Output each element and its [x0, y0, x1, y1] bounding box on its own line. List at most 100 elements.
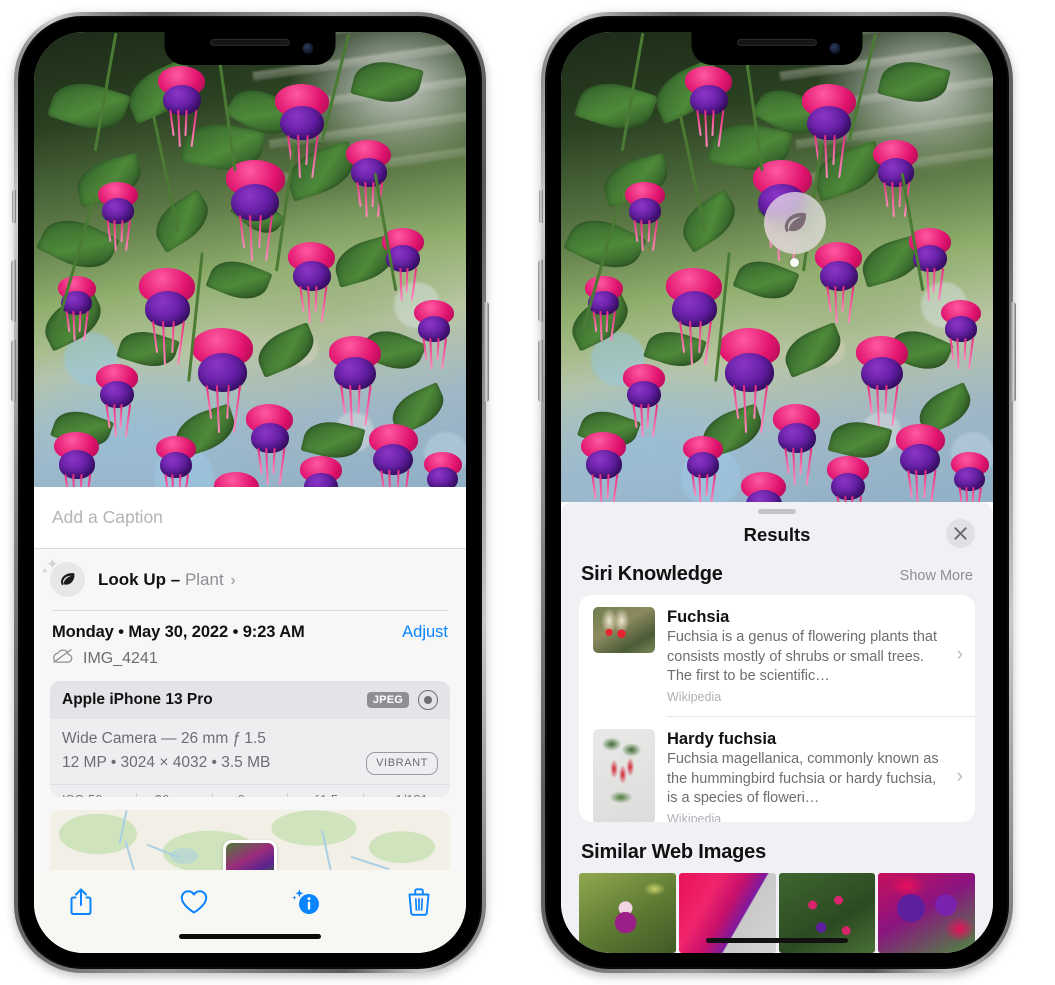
stamen: [349, 384, 354, 426]
look-up-category: Plant: [184, 569, 224, 589]
power-button[interactable]: [484, 302, 489, 402]
similar-web-images-title: Similar Web Images: [581, 841, 766, 863]
stamen: [79, 473, 83, 487]
volume-down-button[interactable]: [538, 340, 543, 402]
info-button[interactable]: [289, 885, 323, 919]
photo-toolbar: [34, 870, 466, 922]
power-button[interactable]: [1011, 302, 1016, 402]
exif-focal: 26 mm: [137, 792, 211, 796]
look-up-title: Look Up: [98, 569, 166, 589]
close-icon: [954, 527, 967, 540]
list-item[interactable]: Hardy fuchsia Fuchsia magellanica, commo…: [579, 717, 975, 822]
stamen: [823, 134, 828, 178]
visual-lookup-anchor-dot: [790, 258, 799, 267]
size-info-row: 12 MP • 3024 × 4032 • 3.5 MB VIBRANT: [62, 751, 438, 775]
stamen: [956, 337, 961, 369]
stamen: [307, 286, 311, 324]
stamen: [784, 448, 790, 475]
fuchsia-flower: [152, 435, 200, 487]
home-indicator-area: [34, 921, 466, 953]
siri-knowledge-title: Siri Knowledge: [581, 562, 723, 585]
stamen: [371, 181, 375, 208]
home-indicator[interactable]: [706, 938, 848, 943]
fuchsia-flower: [823, 455, 873, 502]
location-map[interactable]: [50, 809, 450, 871]
mute-switch[interactable]: [12, 190, 16, 223]
stamen: [679, 320, 686, 353]
list-item[interactable]: Fuchsia Fuchsia is a genus of flowering …: [579, 595, 975, 716]
fuchsia-flower: [737, 471, 790, 502]
stamen: [805, 448, 813, 486]
home-indicator[interactable]: [179, 933, 321, 939]
fuchsia-flower: [296, 455, 346, 487]
stamen: [792, 448, 796, 486]
filename-label: IMG_4241: [83, 649, 158, 667]
stamen: [177, 110, 181, 148]
fuchsia-flower: [577, 431, 630, 502]
photo-viewer-right[interactable]: [561, 32, 993, 502]
caption-input[interactable]: Add a Caption: [34, 487, 466, 549]
look-up-label: Look Up – Plant ›: [98, 570, 236, 590]
stamen: [937, 267, 944, 301]
front-camera-icon: [302, 43, 314, 54]
stamen: [124, 219, 131, 251]
hardy-fuchsia-thumbnail: [593, 728, 655, 822]
stamen: [923, 470, 927, 499]
raw-ring-icon[interactable]: [418, 690, 438, 711]
metadata-header-right: JPEG: [366, 690, 438, 711]
stamen: [832, 134, 836, 166]
web-image-tile[interactable]: [878, 873, 975, 953]
stamen: [826, 286, 832, 313]
share-button[interactable]: [64, 885, 98, 919]
chevron-right-icon: ›: [956, 766, 963, 788]
stamen: [704, 321, 713, 366]
stamen: [906, 470, 913, 499]
right-phone: Results Siri Knowledge Show More Fuchsia…: [538, 12, 1016, 973]
front-camera-icon: [829, 43, 841, 54]
stamen: [891, 181, 895, 218]
delete-button[interactable]: [402, 885, 436, 919]
stamen: [651, 403, 658, 437]
fuchsia-flower: [94, 181, 142, 276]
stamen: [305, 134, 309, 166]
stamen: [249, 215, 254, 262]
web-image-tile[interactable]: [579, 873, 676, 953]
leaf-shape: [47, 73, 131, 139]
stamen: [929, 470, 937, 502]
list-item-body: Hardy fuchsia Fuchsia magellanica, commo…: [667, 729, 943, 822]
volume-down-button[interactable]: [11, 340, 16, 402]
fuchsia-flower: [364, 423, 423, 487]
fuchsia-flower: [947, 451, 992, 502]
stamen: [311, 134, 320, 178]
camera-metadata-card: Apple iPhone 13 Pro JPEG Wide Camera — 2…: [50, 681, 450, 797]
phone-notch: [164, 32, 336, 65]
volume-up-button[interactable]: [11, 260, 16, 322]
visual-lookup-badge[interactable]: [764, 192, 826, 254]
metadata-header: Apple iPhone 13 Pro JPEG: [50, 681, 450, 720]
stamen: [340, 384, 347, 414]
stamen: [890, 384, 899, 426]
look-up-row[interactable]: ✦ ✦ Look Up – Plant ›: [34, 549, 466, 610]
stamen: [265, 448, 269, 486]
fuchsia-flower: [937, 299, 985, 394]
stamen: [967, 337, 974, 369]
stamen: [698, 473, 703, 502]
close-button[interactable]: [946, 518, 975, 548]
left-phone: Add a Caption ✦ ✦ Look Up – Plant › Mond…: [11, 12, 489, 973]
adjust-button[interactable]: Adjust: [402, 623, 448, 642]
mute-switch[interactable]: [539, 190, 543, 223]
stamen: [847, 286, 855, 324]
stamen: [152, 320, 159, 353]
stamen: [72, 311, 76, 341]
show-more-button[interactable]: Show More: [900, 568, 973, 584]
stamen: [124, 403, 131, 437]
stamen: [265, 215, 274, 262]
stamen: [299, 286, 305, 313]
fuchsia-flower: [210, 471, 263, 487]
stamen: [606, 473, 610, 500]
volume-up-button[interactable]: [538, 260, 543, 322]
favorite-button[interactable]: [177, 885, 211, 919]
photo-viewer-left[interactable]: [34, 32, 466, 487]
exif-aperture: ƒ1.5: [288, 792, 362, 796]
stamen: [599, 311, 603, 341]
